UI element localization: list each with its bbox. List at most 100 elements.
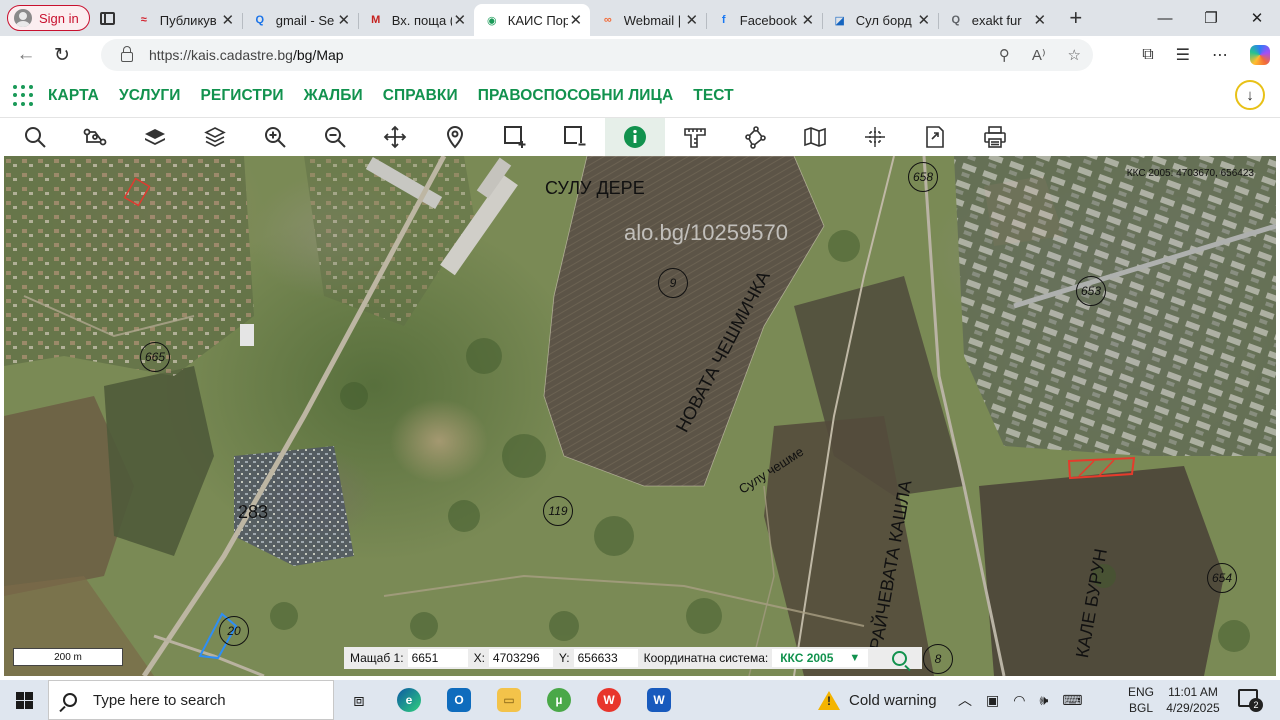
copilot-icon[interactable] <box>1250 45 1270 65</box>
scale-input[interactable]: 6651 <box>407 649 468 667</box>
url-text[interactable]: https://kais.cadastre.bg/bg/Map <box>149 47 344 63</box>
search-tool[interactable] <box>5 118 65 156</box>
restore-button[interactable]: ❐ <box>1188 0 1234 36</box>
taskbar-search[interactable]: Type here to search <box>48 680 334 720</box>
new-tab-button[interactable]: + <box>1056 5 1096 31</box>
browser-tab[interactable]: Qexakt fur ✕ <box>937 4 1054 36</box>
tab-close-icon[interactable]: ✕ <box>916 11 932 29</box>
taskbar-file-explorer[interactable]: ▭ <box>484 680 534 720</box>
minimize-button[interactable]: — <box>1142 0 1188 36</box>
zoom-out-tool[interactable] <box>305 118 365 156</box>
x-coordinate-input[interactable]: 4703296 <box>488 649 553 667</box>
x-label: X: <box>473 651 485 665</box>
taskbar-outlook[interactable]: O <box>434 680 484 720</box>
notification-center-button[interactable]: 2 <box>1238 689 1263 712</box>
y-label: Y: <box>558 651 570 665</box>
browser-tab[interactable]: ◪ Сул борд ✕ <box>821 4 938 36</box>
favorite-star-icon[interactable]: ☆ <box>1068 46 1081 64</box>
plot-circle-654[interactable]: 654 <box>1207 563 1237 593</box>
menu-item[interactable]: КАРТА <box>48 87 99 105</box>
read-aloud-icon[interactable]: A⁾ <box>1032 46 1046 64</box>
tab-actions-button[interactable] <box>90 0 126 36</box>
coordinate-search-icon[interactable] <box>892 650 908 666</box>
more-options-icon[interactable]: ⋯ <box>1212 45 1228 65</box>
weather-widget[interactable]: Cold warning <box>818 680 937 720</box>
remove-area-tool[interactable] <box>545 118 605 156</box>
browser-tab[interactable]: Qgmail - Se ✕ <box>241 4 358 36</box>
volume-icon[interactable]: 🕪 <box>1039 692 1048 709</box>
close-window-button[interactable]: ✕ <box>1234 0 1280 36</box>
route-tool[interactable] <box>65 118 125 156</box>
export-tool[interactable] <box>905 118 965 156</box>
measure-tool[interactable] <box>665 118 725 156</box>
wifi-icon[interactable]: ◠ <box>1013 692 1025 709</box>
plot-circle-653[interactable]: 653 <box>1076 276 1106 306</box>
menu-item[interactable]: СПРАВКИ <box>383 87 458 105</box>
task-view-button[interactable]: ⧈ <box>334 680 384 720</box>
browser-tab[interactable]: ≈ Публикув ✕ <box>126 4 242 36</box>
y-coordinate-input[interactable]: 656633 <box>573 649 638 667</box>
browser-tab[interactable]: ∞ Webmail | ✕ <box>590 4 706 36</box>
browser-tab[interactable]: f Facebook ✕ <box>705 4 822 36</box>
browser-tab[interactable]: M Вх. поща (✕ <box>357 4 474 36</box>
taskbar-edge[interactable]: e <box>384 680 434 720</box>
print-tool[interactable] <box>965 118 1025 156</box>
system-clock[interactable]: 11:01 AM 4/29/2025 <box>1160 684 1226 716</box>
tab-close-icon[interactable]: ✕ <box>220 11 236 29</box>
keyboard-icon[interactable]: ⌨ <box>1062 692 1082 709</box>
back-button[interactable]: ← <box>8 37 44 73</box>
polygon-tool[interactable] <box>725 118 785 156</box>
plot-circle-658[interactable]: 658 <box>908 162 938 192</box>
taskbar-word[interactable]: W <box>634 680 684 720</box>
tab-close-icon[interactable]: ✕ <box>452 11 468 29</box>
info-tool[interactable] <box>605 118 665 156</box>
start-button[interactable] <box>0 680 48 720</box>
menu-item[interactable]: РЕГИСТРИ <box>200 87 283 105</box>
layer-stack-tool[interactable] <box>185 118 245 156</box>
tab-close-icon[interactable]: ✕ <box>1032 11 1048 29</box>
arrow-down-icon: ↓ <box>1246 86 1254 104</box>
reload-button[interactable]: ↻ <box>44 37 80 73</box>
menu-item[interactable]: УСЛУГИ <box>119 87 181 105</box>
word-icon: W <box>647 688 671 712</box>
tab-close-icon[interactable]: ✕ <box>684 11 700 29</box>
taskbar-torrent[interactable]: µ <box>534 680 584 720</box>
zoom-in-tool[interactable] <box>245 118 305 156</box>
add-area-tool[interactable] <box>485 118 545 156</box>
tab-close-icon[interactable]: ✕ <box>336 11 352 29</box>
taskbar-wps[interactable]: W <box>584 680 634 720</box>
download-button[interactable]: ↓ <box>1235 80 1265 110</box>
menu-item[interactable]: ЖАЛБИ <box>304 87 363 105</box>
cadastral-map[interactable]: СУЛУ ДЕРЕ alo.bg/10259570 ККС 2005: 4703… <box>4 156 1276 676</box>
tab-title: Публикув <box>159 12 217 28</box>
coordinate-bar: Мащаб 1: 6651 X: 4703296 Y: 656633 Коорд… <box>344 647 922 669</box>
plot-circle-665[interactable]: 665 <box>140 342 170 372</box>
language-indicator[interactable]: ENG BGL <box>1128 684 1154 716</box>
extensions-icon[interactable]: ⧉ <box>1142 46 1153 64</box>
coordinate-system-select[interactable]: ККС 2005 ▼ <box>772 649 869 667</box>
grid-tool[interactable] <box>845 118 905 156</box>
location-tool[interactable] <box>425 118 485 156</box>
layers-tool[interactable] <box>125 118 185 156</box>
tab-close-icon[interactable]: ✕ <box>568 11 584 29</box>
plot-circle-119[interactable]: 119 <box>543 496 573 526</box>
sign-in-button[interactable]: Sign in <box>7 5 90 31</box>
menu-item[interactable]: ТЕСТ <box>693 87 733 105</box>
pan-tool[interactable] <box>365 118 425 156</box>
tab-title: Сул борд <box>855 12 912 28</box>
address-bar[interactable]: https://kais.cadastre.bg/bg/Map ⚲ A⁾ ☆ <box>101 39 1093 71</box>
plot-circle-9[interactable]: 9 <box>658 268 688 298</box>
favorites-icon[interactable]: ☰ <box>1176 45 1190 65</box>
tray-app-icon[interactable]: ▣ <box>986 692 999 709</box>
location-pin-icon[interactable]: ⚲ <box>999 46 1010 64</box>
plot-circle-8[interactable]: 8 <box>923 644 953 674</box>
plot-circle-20[interactable]: 20 <box>219 616 249 646</box>
tab-close-icon[interactable]: ✕ <box>800 11 816 29</box>
map-tool[interactable] <box>785 118 845 156</box>
menu-item[interactable]: ПРАВОСПОСОБНИ ЛИЦА <box>478 87 674 105</box>
browser-tab[interactable]: ◉ КАИС Пор ✕ <box>473 4 590 36</box>
lock-icon[interactable] <box>121 46 133 62</box>
tray-chevron-icon[interactable]: ︿ <box>958 690 972 710</box>
apps-grid-icon[interactable] <box>13 84 35 107</box>
export-file-icon <box>926 126 944 148</box>
